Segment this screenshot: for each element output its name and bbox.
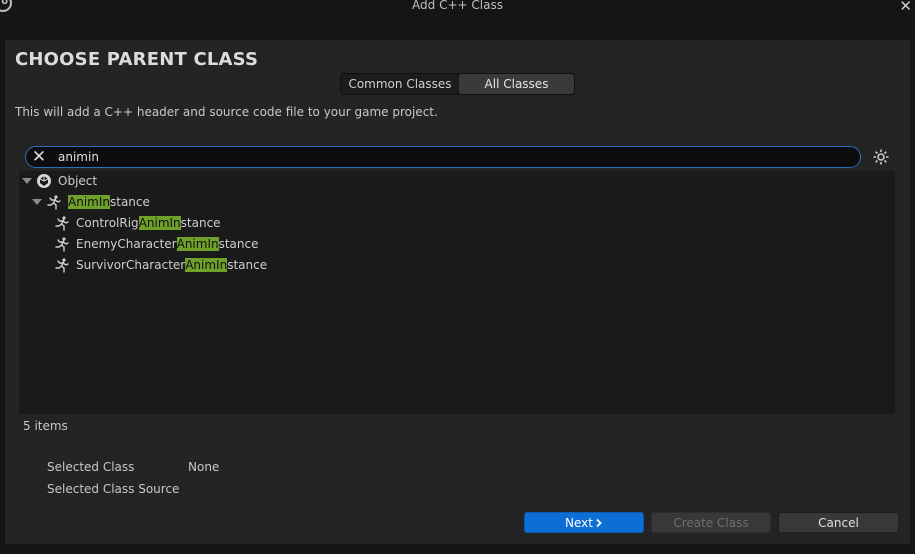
close-icon[interactable]: ✕: [30, 148, 48, 166]
tree-item-label-prefix: EnemyCharacter: [76, 237, 177, 251]
class-filter-toggle: Common Classes All Classes: [340, 73, 575, 95]
tree-item-label-suffix: stance: [109, 195, 150, 209]
tab-all-classes[interactable]: All Classes: [459, 74, 574, 94]
tree-item-label-suffix: stance: [180, 216, 221, 230]
title-bar: U Add C++ Class ✕: [0, 0, 915, 15]
class-tree: Object AnimIn stance ControlRig AnimIn stan…: [19, 171, 895, 414]
expand-arrow-icon[interactable]: [22, 178, 32, 184]
page-title: CHOOSE PARENT CLASS: [15, 49, 259, 70]
close-window-icon[interactable]: ✕: [899, 0, 912, 15]
tree-item-controlrig-animinstance[interactable]: ControlRig AnimIn stance: [54, 213, 221, 233]
gear-icon[interactable]: [872, 148, 890, 166]
create-class-button[interactable]: Create Class: [651, 512, 771, 533]
selected-class-label: Selected Class: [47, 460, 135, 474]
description-text: This will add a C++ header and source co…: [15, 105, 438, 119]
selected-class-value: None: [188, 460, 220, 474]
class-search-box: ✕: [25, 146, 861, 168]
search-match-highlight: AnimIn: [176, 237, 219, 251]
tree-item-label: Object: [58, 174, 98, 188]
search-match-highlight: AnimIn: [185, 258, 228, 272]
anim-instance-icon: [55, 258, 69, 273]
window-title: Add C++ Class: [412, 0, 503, 12]
expand-arrow-icon[interactable]: [32, 199, 42, 205]
chevron-right-icon: [596, 518, 602, 527]
search-input[interactable]: [58, 148, 848, 166]
tree-item-label-prefix: SurvivorCharacter: [76, 258, 186, 272]
cancel-button[interactable]: Cancel: [778, 512, 899, 533]
search-match-highlight: AnimIn: [68, 195, 110, 209]
object-sphere-icon: [37, 174, 51, 188]
selected-class-source-label: Selected Class Source: [47, 482, 180, 496]
tree-item-label-suffix: stance: [218, 237, 259, 251]
anim-instance-icon: [55, 216, 69, 231]
anim-instance-icon: [47, 195, 61, 210]
search-match-highlight: AnimIn: [138, 216, 181, 230]
tab-common-classes[interactable]: Common Classes: [341, 74, 459, 94]
tree-item-object[interactable]: Object: [22, 171, 97, 191]
next-button[interactable]: Next: [524, 512, 644, 533]
next-button-label: Next: [565, 515, 593, 530]
tree-item-animinstance[interactable]: AnimIn stance: [32, 192, 150, 212]
tree-item-enemycharacter-animinstance[interactable]: EnemyCharacter AnimIn stance: [54, 234, 259, 254]
anim-instance-icon: [55, 237, 69, 252]
tree-item-label-suffix: stance: [227, 258, 268, 272]
tree-item-survivorcharacter-animinstance[interactable]: SurvivorCharacter AnimIn stance: [54, 255, 267, 275]
tree-item-label-prefix: ControlRig: [76, 216, 139, 230]
item-count: 5 items: [23, 419, 68, 433]
